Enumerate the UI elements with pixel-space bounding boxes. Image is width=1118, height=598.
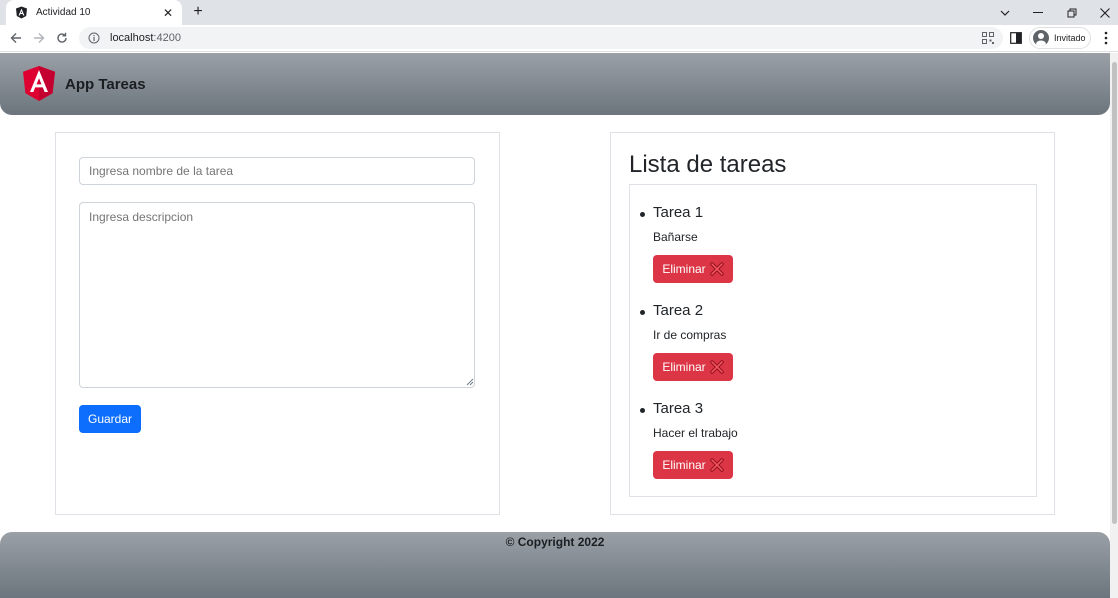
app-brand[interactable]: App Tareas [65, 76, 146, 93]
resize-grip-icon[interactable] [466, 378, 474, 386]
x-mark-icon [709, 262, 724, 276]
tab-search-chevron-icon[interactable] [988, 0, 1022, 25]
task-title: Tarea 3 [653, 400, 704, 417]
browser-tab[interactable]: Actividad 10 ✕ [6, 0, 182, 25]
list-title: Lista de tareas [629, 151, 787, 178]
app-footer: © Copyright 2022 [0, 532, 1110, 598]
app-header: App Tareas [0, 53, 1110, 115]
angular-logo-icon [23, 66, 55, 101]
close-tab-icon[interactable]: ✕ [158, 6, 178, 20]
qr-code-icon[interactable] [982, 32, 994, 44]
address-bar[interactable]: localhost:4200 [79, 27, 1003, 49]
close-window-icon[interactable] [1088, 0, 1118, 25]
delete-button[interactable]: Eliminar [653, 451, 733, 479]
x-mark-icon [709, 360, 724, 374]
task-name-input[interactable] [79, 157, 475, 185]
guest-avatar-icon [1033, 30, 1049, 46]
task-title: Tarea 2 [653, 302, 704, 319]
profile-label: Invitado [1054, 33, 1086, 43]
delete-button[interactable]: Eliminar [653, 353, 733, 381]
tab-title: Actividad 10 [36, 7, 91, 18]
x-mark-icon [709, 458, 724, 472]
browser-toolbar: localhost:4200 Invitado [0, 25, 1118, 52]
delete-button[interactable]: Eliminar [653, 255, 733, 283]
restore-icon[interactable] [1055, 0, 1089, 25]
task-title: Tarea 1 [653, 204, 704, 221]
copyright-text: © Copyright 2022 [505, 535, 605, 549]
reload-icon[interactable] [52, 28, 72, 48]
bullet-icon [640, 408, 645, 413]
back-icon[interactable] [6, 28, 26, 48]
delete-button-label: Eliminar [662, 262, 706, 276]
browser-tabbar: Actividad 10 ✕ + [0, 0, 1118, 25]
forward-icon[interactable] [29, 28, 49, 48]
minimize-icon[interactable] [1021, 0, 1055, 25]
task-description: Hacer el trabajo [653, 426, 738, 440]
side-panel-icon[interactable] [1010, 32, 1022, 44]
bullet-icon [640, 310, 645, 315]
task-list: Tarea 1 Bañarse Eliminar Tarea 2 Ir de c… [629, 184, 1037, 497]
task-list-card: Lista de tareas Tarea 1 Bañarse Eliminar… [610, 132, 1055, 515]
angular-favicon-icon [16, 6, 27, 19]
profile-button[interactable]: Invitado [1029, 27, 1091, 49]
delete-button-label: Eliminar [662, 360, 706, 374]
save-button[interactable]: Guardar [79, 405, 141, 433]
task-form-card: Guardar [55, 132, 500, 515]
url-text: localhost:4200 [110, 32, 181, 44]
new-tab-icon[interactable]: + [189, 3, 207, 21]
scrollbar-thumb[interactable] [1112, 62, 1117, 524]
delete-button-label: Eliminar [662, 458, 706, 472]
task-description-textarea[interactable] [79, 202, 475, 388]
bullet-icon [640, 212, 645, 217]
site-info-icon[interactable] [88, 32, 100, 44]
task-description: Ir de compras [653, 328, 727, 342]
task-description: Bañarse [653, 230, 698, 244]
browser-menu-icon[interactable] [1102, 31, 1110, 45]
